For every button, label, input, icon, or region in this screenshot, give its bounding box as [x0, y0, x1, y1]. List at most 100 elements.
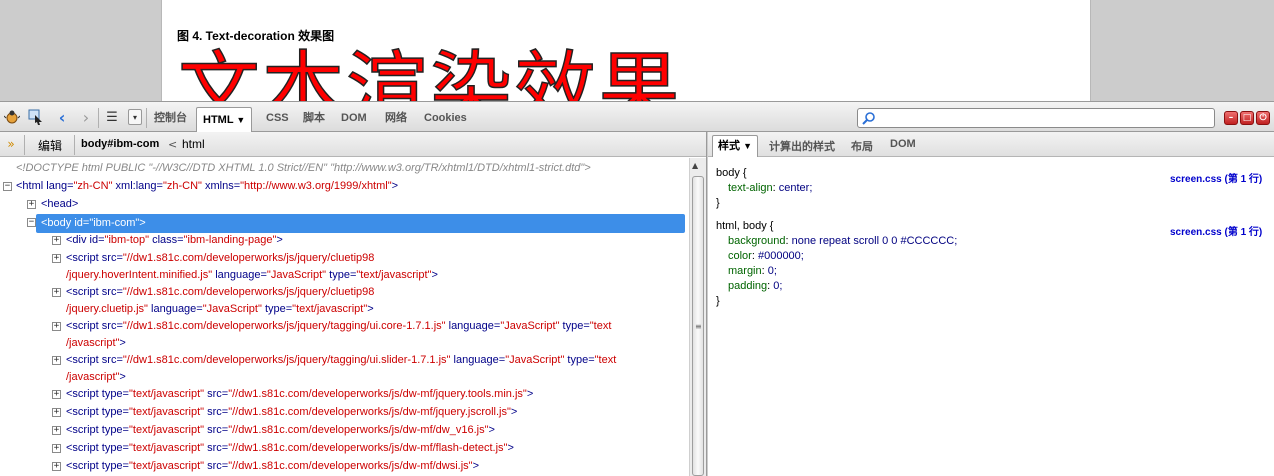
attr-value: /jquery.cluetip.js": [66, 303, 148, 315]
attr-value: "//dw1.s81c.com/developerworks/js/dw-mf/…: [228, 424, 489, 436]
tab-css[interactable]: CSS: [262, 109, 293, 127]
tree-line-script[interactable]: <script type="text/javascript" src="//dw…: [66, 440, 514, 457]
tag-name: <div: [66, 234, 87, 246]
expand-icon[interactable]: +: [52, 356, 61, 365]
detach-icon[interactable]: □: [1240, 111, 1254, 125]
collapse-body-icon[interactable]: −: [27, 218, 36, 227]
expand-icon[interactable]: +: [52, 444, 61, 453]
toolbar-separator: [74, 135, 75, 155]
tag-name: <script: [66, 354, 99, 366]
tag-close: >: [510, 406, 518, 418]
expand-arrows-icon[interactable]: »: [3, 136, 19, 152]
tree-line-script[interactable]: <script type="text/javascript" src="//dw…: [66, 458, 479, 475]
scroll-up-arrow-icon[interactable]: ▲: [692, 161, 698, 170]
tree-line-script[interactable]: <script src="//dw1.s81c.com/developerwor…: [66, 352, 616, 369]
back-arrow-icon[interactable]: ‹: [54, 108, 70, 127]
tree-line-html[interactable]: <html lang="zh-CN" xml:lang="zh-CN" xmln…: [16, 178, 398, 195]
tree-line-script-cont[interactable]: /javascript">: [66, 335, 126, 352]
css-property[interactable]: margin: 0;: [716, 264, 957, 279]
attr-value: "//dw1.s81c.com/developerworks/js/jquery…: [122, 354, 451, 366]
attr-value: "text: [589, 320, 612, 332]
css-source-link[interactable]: screen.css (第 1 行): [1170, 170, 1262, 185]
tree-line-script[interactable]: <script src="//dw1.s81c.com/developerwor…: [66, 284, 374, 301]
close-icon[interactable]: ⏻: [1256, 111, 1270, 125]
css-source-link[interactable]: screen.css (第 1 行): [1170, 223, 1262, 238]
breadcrumb-current[interactable]: body#ibm-com: [81, 138, 159, 150]
tree-line-div[interactable]: <div id="ibm-top" class="ibm-landing-pag…: [66, 232, 283, 249]
tree-line-body[interactable]: <body id="ibm-com">: [41, 215, 146, 232]
css-property[interactable]: background: none repeat scroll 0 0 #CCCC…: [716, 234, 957, 249]
attr-value: "ibm-landing-page": [183, 234, 277, 246]
css-selector[interactable]: html, body {: [716, 219, 957, 234]
menu-dropdown-icon[interactable]: ▾: [128, 109, 142, 125]
attr-value: "text/javascript": [128, 460, 205, 472]
tab-style[interactable]: 样式 ▼: [712, 135, 758, 157]
tab-cookies[interactable]: Cookies: [420, 109, 471, 127]
side-panel-tabs: 样式 ▼ 计算出的样式 布局 DOM: [708, 132, 1274, 157]
attr-value: "//dw1.s81c.com/developerworks/js/jquery…: [122, 252, 375, 264]
inspect-element-icon[interactable]: [28, 109, 44, 125]
tag-close: >: [276, 234, 283, 246]
expand-icon[interactable]: +: [52, 462, 61, 471]
decorated-text-sample: 文本渲染效果: [177, 43, 683, 101]
tag-close: >: [526, 388, 534, 400]
expand-icon[interactable]: +: [52, 254, 61, 263]
css-selector[interactable]: body {: [716, 166, 812, 181]
css-property[interactable]: color: #000000;: [716, 249, 957, 264]
tree-line-script-cont[interactable]: /jquery.hoverIntent.minified.js" languag…: [66, 267, 438, 284]
expand-head-icon[interactable]: +: [27, 200, 36, 209]
firebug-bug-icon[interactable]: [4, 109, 20, 125]
tag-name: <html: [16, 180, 44, 192]
forward-arrow-icon[interactable]: ›: [78, 108, 94, 127]
search-box[interactable]: [857, 108, 1215, 128]
search-input[interactable]: [878, 111, 1208, 125]
tree-line-script-cont[interactable]: /jquery.cluetip.js" language="JavaScript…: [66, 301, 374, 318]
attr-name: type=: [261, 303, 293, 315]
scroll-thumb[interactable]: ≡: [692, 176, 704, 476]
tab-dom-side[interactable]: DOM: [890, 138, 916, 150]
tree-line-script[interactable]: <script type="text/javascript" src="//dw…: [66, 404, 517, 421]
property-value: 0;: [773, 280, 783, 292]
tree-line-script[interactable]: <script type="text/javascript" src="//dw…: [66, 422, 495, 439]
tab-layout[interactable]: 布局: [851, 138, 873, 154]
expand-icon[interactable]: +: [52, 408, 61, 417]
vertical-scrollbar[interactable]: ▲ ≡: [689, 158, 706, 476]
tab-script[interactable]: 脚本: [299, 109, 329, 127]
css-property[interactable]: text-align: center;: [716, 181, 812, 196]
collapse-html-icon[interactable]: −: [3, 182, 12, 191]
scroll-grip-icon: ≡: [695, 322, 702, 331]
attr-value: /javascript": [66, 371, 120, 383]
doctype-text: <!DOCTYPE html PUBLIC "-//W3C//DTD XHTML…: [16, 162, 591, 174]
tree-line-doctype[interactable]: <!DOCTYPE html PUBLIC "-//W3C//DTD XHTML…: [16, 160, 591, 177]
tab-dom[interactable]: DOM: [337, 109, 371, 127]
expand-icon[interactable]: +: [52, 390, 61, 399]
chevron-down-icon: ▼: [236, 115, 246, 125]
tab-computed-style[interactable]: 计算出的样式: [769, 138, 835, 154]
attr-value: "JavaScript": [202, 303, 262, 315]
attr-name: src=: [204, 442, 229, 454]
minimize-icon[interactable]: –: [1224, 111, 1238, 125]
attr-name: src=: [204, 406, 229, 418]
expand-icon[interactable]: +: [52, 322, 61, 331]
tree-line-script[interactable]: <script type="text/javascript" src="//dw…: [66, 386, 533, 403]
expand-icon[interactable]: +: [52, 426, 61, 435]
attr-name: type=: [559, 320, 590, 332]
attr-value: "text/javascript": [128, 442, 205, 454]
menu-list-icon[interactable]: ☰: [104, 109, 120, 125]
tree-line-script[interactable]: <script src="//dw1.s81c.com/developerwor…: [66, 318, 611, 335]
expand-icon[interactable]: +: [52, 236, 61, 245]
html-panel: » 编辑 body#ibm-com < html <!DOCTYPE html …: [0, 132, 707, 476]
tree-line-script[interactable]: <script src="//dw1.s81c.com/developerwor…: [66, 250, 374, 267]
edit-button[interactable]: 编辑: [38, 137, 62, 154]
tab-html[interactable]: HTML ▼: [196, 107, 253, 133]
tree-line-head[interactable]: <head>: [41, 196, 78, 213]
css-property[interactable]: padding: 0;: [716, 279, 957, 294]
breadcrumb-html[interactable]: html: [182, 137, 205, 151]
tab-net[interactable]: 网络: [381, 109, 411, 127]
property-value: none repeat scroll 0 0 #CCCCCC;: [791, 235, 958, 247]
attr-value: "ibm-top": [104, 234, 150, 246]
property-name: text-align: [728, 182, 773, 194]
tree-line-script-cont[interactable]: /javascript">: [66, 369, 126, 386]
tab-console[interactable]: 控制台: [150, 109, 191, 127]
expand-icon[interactable]: +: [52, 288, 61, 297]
